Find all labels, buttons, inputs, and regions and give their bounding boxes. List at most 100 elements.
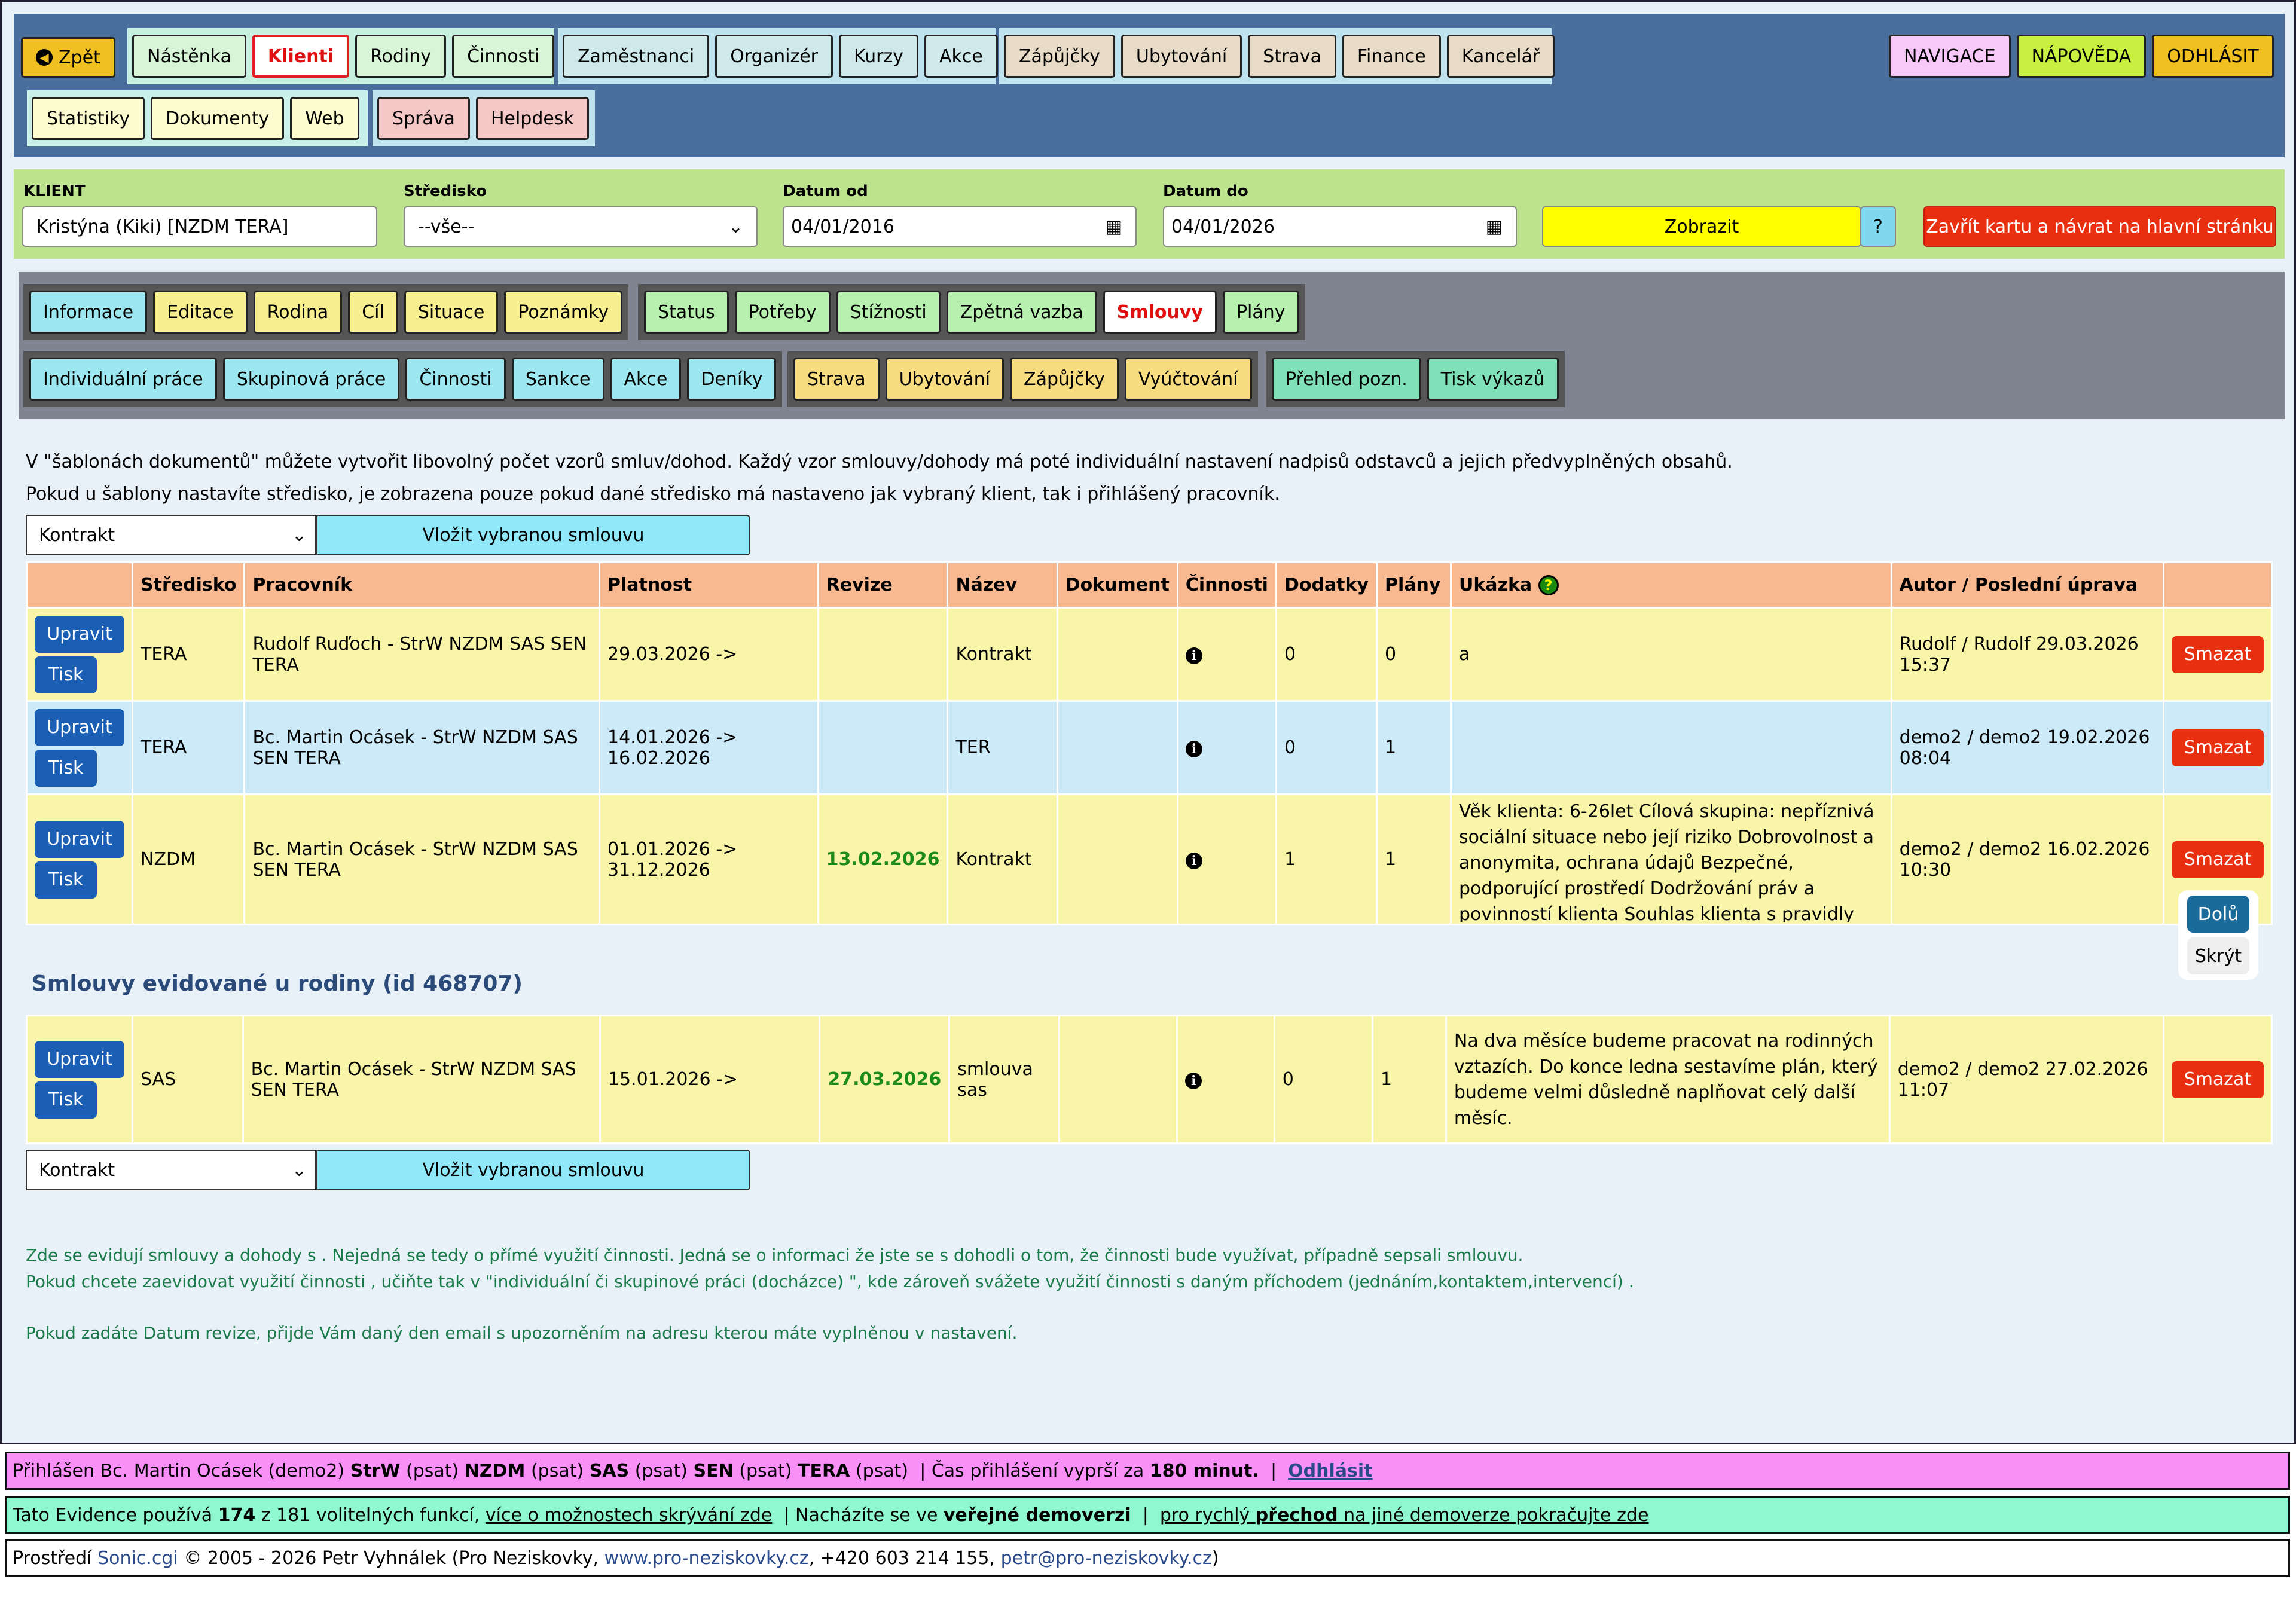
- hiding-options-link[interactable]: více o možnostech skrývání zde: [486, 1505, 772, 1526]
- nav-kurzy[interactable]: Kurzy: [838, 35, 919, 78]
- nav-akce[interactable]: Akce: [924, 35, 998, 78]
- tab-potreby[interactable]: Potřeby: [734, 291, 831, 334]
- logout-link[interactable]: Odhlásit: [1288, 1461, 1372, 1481]
- nav-strava[interactable]: Strava: [1248, 35, 1336, 78]
- nav-dokumenty[interactable]: Dokumenty: [151, 97, 285, 140]
- print-button[interactable]: Tisk: [35, 1081, 97, 1119]
- tab-smlouvy[interactable]: Smlouvy: [1103, 291, 1217, 334]
- delete-button[interactable]: Smazat: [2171, 1061, 2264, 1098]
- col-cinnosti: Činnosti: [1176, 561, 1277, 609]
- tab-zpetna-vazba[interactable]: Zpětná vazba: [946, 291, 1097, 334]
- nav-rodiny[interactable]: Rodiny: [355, 35, 447, 78]
- demo-switch-link[interactable]: pro rychlý přechod na jiné demoverze pok…: [1160, 1505, 1649, 1526]
- tab-status[interactable]: Status: [644, 291, 729, 334]
- scroll-down-button[interactable]: Dolů: [2187, 896, 2249, 933]
- nav-group-staff: Zaměstnanci Organizér Kurzy Akce: [558, 28, 998, 84]
- close-card-button[interactable]: Zavřít kartu a návrat na hlavní stránku: [1923, 206, 2276, 247]
- nav-klienti[interactable]: Klienti: [252, 35, 350, 78]
- nav-nastenka[interactable]: Nástěnka: [132, 35, 246, 78]
- tab-zapujcky[interactable]: Zápůjčky: [1010, 358, 1119, 401]
- sonic-link[interactable]: Sonic.cgi: [97, 1548, 178, 1569]
- nav-ubytovani[interactable]: Ubytování: [1120, 35, 1242, 78]
- nav-helpdesk[interactable]: Helpdesk: [475, 97, 589, 140]
- family-contracts-table: Upravit Tisk SAS Bc. Martin Ocásek - StrW…: [26, 1015, 2273, 1144]
- template-select[interactable]: Kontrakt ⌄: [26, 1150, 316, 1190]
- app-frame: ◀ Zpět Nástěnka Klienti Rodiny Činnosti Z…: [0, 0, 2296, 1444]
- tab-vyuctovani[interactable]: Vyúčtování: [1124, 358, 1252, 401]
- edit-button[interactable]: Upravit: [35, 1040, 124, 1078]
- family-contracts-title: Smlouvy evidované u rodiny (id 468707): [32, 971, 523, 996]
- delete-button[interactable]: Smazat: [2171, 841, 2264, 878]
- odhlasit-button[interactable]: ODHLÁSIT: [2152, 35, 2274, 78]
- tab-cinnosti[interactable]: Činnosti: [405, 358, 506, 401]
- calendar-icon[interactable]: ▦: [1106, 216, 1122, 237]
- tab-editace[interactable]: Editace: [153, 291, 248, 334]
- tab-cil[interactable]: Cíl: [348, 291, 398, 334]
- date-from-input[interactable]: 04/01/2016 ▦: [783, 206, 1137, 247]
- info-note-3: Pokud zadáte Datum revize, přijde Vám da…: [26, 1323, 1018, 1343]
- client-input[interactable]: Kristýna (Kiki) [NZDM TERA]: [22, 206, 377, 247]
- center-select[interactable]: --vše-- ⌄: [404, 206, 758, 247]
- info-icon[interactable]: i: [1185, 647, 1202, 664]
- date-to-input[interactable]: 04/01/2026 ▦: [1163, 206, 1517, 247]
- info-icon[interactable]: i: [1185, 1073, 1202, 1089]
- nav-web[interactable]: Web: [290, 97, 359, 140]
- website-link[interactable]: www.pro-neziskovky.cz: [604, 1548, 809, 1569]
- tab-skupinova-prace[interactable]: Skupinová práce: [222, 358, 400, 401]
- template-select[interactable]: Kontrakt ⌄: [26, 515, 316, 555]
- nav-zamestnanci[interactable]: Zaměstnanci: [563, 35, 710, 78]
- tab-deniky[interactable]: Deníky: [687, 358, 777, 401]
- tabs-group-services: Strava Ubytování Zápůjčky Vyúčtování: [787, 351, 1258, 407]
- tab-situace[interactable]: Situace: [404, 291, 499, 334]
- info-icon[interactable]: i: [1185, 853, 1202, 869]
- nav-finance[interactable]: Finance: [1342, 35, 1441, 78]
- tab-stiznosti[interactable]: Stížnosti: [836, 291, 941, 334]
- show-button[interactable]: Zobrazit: [1542, 206, 1861, 247]
- hide-button[interactable]: Skrýt: [2187, 937, 2249, 974]
- nav-zapujcky[interactable]: Zápůjčky: [1004, 35, 1115, 78]
- tab-ubytovani[interactable]: Ubytování: [885, 358, 1004, 401]
- chevron-down-icon: ⌄: [291, 1159, 307, 1181]
- table-row: Upravit Tisk NZDM Bc. Martin Ocásek - Str…: [26, 793, 2273, 925]
- print-button[interactable]: Tisk: [35, 861, 97, 899]
- back-arrow-icon: ◀: [36, 49, 53, 66]
- insert-contract-button[interactable]: Vložit vybranou smlouvu: [316, 1150, 750, 1190]
- delete-button[interactable]: Smazat: [2171, 729, 2264, 766]
- print-button[interactable]: Tisk: [35, 749, 97, 787]
- tab-strava[interactable]: Strava: [793, 358, 880, 401]
- delete-button[interactable]: Smazat: [2171, 636, 2264, 673]
- tab-individualni-prace[interactable]: Individuální práce: [29, 358, 217, 401]
- insert-contract-button[interactable]: Vložit vybranou smlouvu: [316, 515, 750, 555]
- edit-button[interactable]: Upravit: [35, 820, 124, 858]
- nav-organizer[interactable]: Organizér: [715, 35, 833, 78]
- nav-sprava[interactable]: Správa: [377, 97, 470, 140]
- nav-cinnosti[interactable]: Činnosti: [452, 35, 555, 78]
- nav-statistiky[interactable]: Statistiky: [32, 97, 145, 140]
- tab-plany[interactable]: Plány: [1222, 291, 1299, 334]
- edit-button[interactable]: Upravit: [35, 708, 124, 746]
- tab-poznamky[interactable]: Poznámky: [504, 291, 623, 334]
- preview-text: Věk klienta: 6-26let Cílová skupina: nep…: [1458, 801, 1874, 922]
- nav-group-services: Zápůjčky Ubytování Strava Finance Kancel…: [999, 28, 1555, 84]
- calendar-icon[interactable]: ▦: [1486, 216, 1503, 237]
- tab-tisk-vykazu[interactable]: Tisk výkazů: [1427, 358, 1559, 401]
- tab-prehled-pozn[interactable]: Přehled pozn.: [1272, 358, 1421, 401]
- print-button[interactable]: Tisk: [35, 656, 97, 693]
- email-link[interactable]: petr@pro-neziskovky.cz: [1001, 1548, 1212, 1569]
- help-button[interactable]: ?: [1860, 206, 1896, 247]
- help-icon[interactable]: ?: [1538, 575, 1559, 596]
- tab-rodina[interactable]: Rodina: [253, 291, 343, 334]
- navigace-button[interactable]: NAVIGACE: [1889, 35, 2011, 78]
- napoveda-button[interactable]: NÁPOVĚDA: [2016, 35, 2147, 78]
- edit-button[interactable]: Upravit: [35, 615, 124, 653]
- info-icon[interactable]: i: [1185, 741, 1202, 757]
- tab-akce[interactable]: Akce: [610, 358, 682, 401]
- tab-sankce[interactable]: Sankce: [511, 358, 604, 401]
- tabs-group-status: Status Potřeby Stížnosti Zpětná vazba Sm…: [638, 284, 1305, 340]
- tabs-group-info: Informace Editace Rodina Cíl Situace Poz…: [23, 284, 629, 340]
- nav-kancelar[interactable]: Kancelář: [1446, 35, 1555, 78]
- col-ukazka: Ukázka ?: [1449, 561, 1892, 609]
- tab-informace[interactable]: Informace: [29, 291, 148, 334]
- back-button[interactable]: ◀ Zpět: [21, 37, 115, 78]
- client-filter: KLIENT Kristýna (Kiki) [NZDM TERA] Střed…: [14, 169, 2285, 259]
